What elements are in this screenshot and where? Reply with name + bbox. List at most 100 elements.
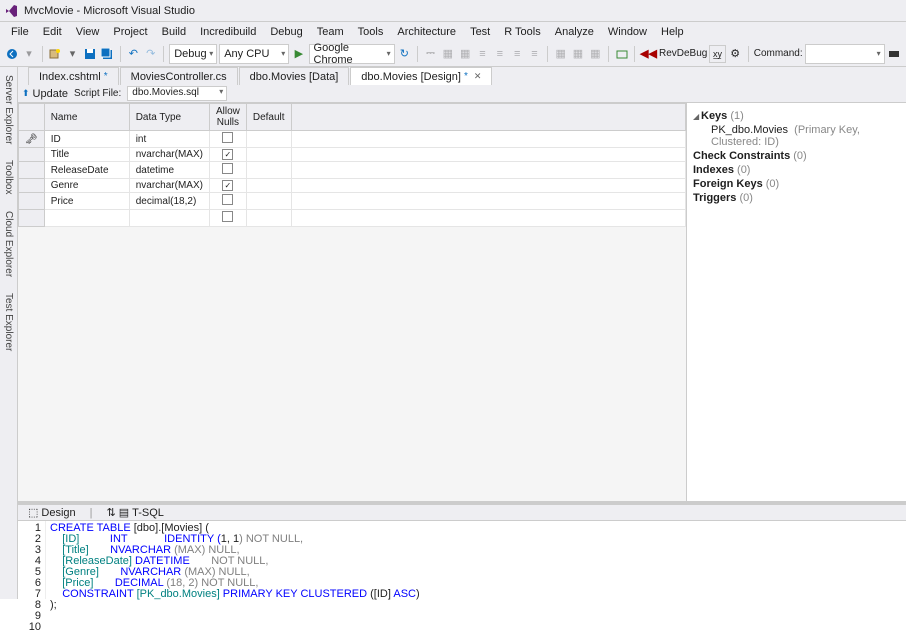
sidetab-test-explorer[interactable]: Test Explorer [3,289,14,355]
gear-icon[interactable]: ⚙ [728,45,743,63]
b8-icon[interactable]: ▦ [570,45,585,63]
triggers-header[interactable]: Triggers [693,192,736,204]
menu-rtools[interactable]: R Tools [497,26,547,38]
b1-icon[interactable]: ▦ [440,45,455,63]
menu-team[interactable]: Team [310,26,351,38]
cell-default[interactable] [246,148,291,162]
browser-select[interactable]: Google Chrome [309,44,395,64]
cmd-go-icon[interactable] [887,45,902,63]
save-all-icon[interactable] [100,45,115,63]
menu-test[interactable]: Test [463,26,497,38]
nav-fwd-icon[interactable]: ▾ [21,45,36,63]
checkbox[interactable] [222,132,233,143]
tab-tsql[interactable]: ⇅▤T-SQL [101,506,170,519]
menu-incredibuild[interactable]: Incredibuild [193,26,263,38]
revdebug-label[interactable]: RevDeBug [659,48,707,59]
b3-icon[interactable]: ≡ [475,45,490,63]
revdebug-rewind-icon[interactable]: ◀◀ [640,45,657,63]
menubar: File Edit View Project Build Incredibuil… [0,22,906,41]
scriptfile-select[interactable]: dbo.Movies.sql [127,86,227,101]
cell-default[interactable] [246,179,291,193]
config-select[interactable]: Debug [169,44,217,64]
b9-icon[interactable]: ▦ [588,45,603,63]
cell-name[interactable]: Price [44,193,129,210]
nav-back-icon[interactable] [4,45,19,63]
cell-type[interactable]: int [129,131,209,148]
menu-analyze[interactable]: Analyze [548,26,601,38]
sql-code[interactable]: CREATE TABLE [dbo].[Movies] ( [ID] INT I… [46,521,906,599]
cell-default[interactable] [246,131,291,148]
menu-help[interactable]: Help [654,26,691,38]
cell-type[interactable]: nvarchar(MAX) [129,179,209,193]
menu-tools[interactable]: Tools [351,26,391,38]
keys-header[interactable]: Keys [701,110,727,122]
b4-icon[interactable]: ≡ [492,45,507,63]
tab-moviescontroller[interactable]: MoviesController.cs [120,67,238,85]
menu-window[interactable]: Window [601,26,654,38]
open-icon[interactable]: ▾ [65,45,80,63]
cell-name[interactable]: ReleaseDate [44,162,129,179]
check-constraints-header[interactable]: Check Constraints [693,150,790,162]
b2-icon[interactable]: ▦ [458,45,473,63]
table-row: ReleaseDate datetime [19,162,686,179]
menu-view[interactable]: View [69,26,107,38]
menu-edit[interactable]: Edit [36,26,69,38]
menu-build[interactable]: Build [155,26,193,38]
sql-editor[interactable]: 12345678910 CREATE TABLE [dbo].[Movies] … [18,521,906,599]
platform-select[interactable]: Any CPU [219,44,289,64]
script-bar: ⬆Update Script File: dbo.Movies.sql [18,85,906,103]
find-icon[interactable]: ⎓ [423,45,438,63]
menu-file[interactable]: File [4,26,36,38]
b5-icon[interactable]: ≡ [510,45,525,63]
cell-type[interactable]: datetime [129,162,209,179]
redo-icon[interactable]: ↷ [143,45,158,63]
collapse-icon[interactable]: ◢ [693,112,701,121]
col-name-header[interactable]: Name [44,104,129,131]
new-project-icon[interactable] [48,45,63,63]
cell-type[interactable]: nvarchar(MAX) [129,148,209,162]
design-icon: ⬚ [28,506,38,519]
cell-name[interactable]: Title [44,148,129,162]
update-button[interactable]: ⬆Update [22,88,68,100]
menu-debug[interactable]: Debug [263,26,309,38]
command-select[interactable] [805,44,885,64]
refresh-icon[interactable]: ↻ [397,45,412,63]
vs-logo-icon [4,4,18,18]
col-default-header[interactable]: Default [246,104,291,131]
columns-grid[interactable]: Name Data Type Allow Nulls Default 🗝 ID … [18,103,686,501]
checkbox[interactable] [222,194,233,205]
sidetab-cloud-explorer[interactable]: Cloud Explorer [3,207,14,281]
col-nulls-header[interactable]: Allow Nulls [209,104,246,131]
ext-icon[interactable] [614,45,629,63]
indexes-header[interactable]: Indexes [693,164,734,176]
b6-icon[interactable]: ≡ [527,45,542,63]
checkbox[interactable]: ✓ [222,149,233,160]
checkbox[interactable]: ✓ [222,180,233,191]
tab-movies-data[interactable]: dbo.Movies [Data] [239,67,350,85]
b7-icon[interactable]: ▦ [553,45,568,63]
cell-default[interactable] [246,193,291,210]
sidetab-server-explorer[interactable]: Server Explorer [3,71,14,148]
xy-icon[interactable]: x͟y [709,45,725,63]
close-icon[interactable]: ✕ [474,71,482,82]
save-icon[interactable] [82,45,97,63]
pk-item[interactable]: PK_dbo.Movies [711,124,788,136]
tab-movies-design[interactable]: dbo.Movies [Design]*✕ [350,67,492,85]
menu-project[interactable]: Project [106,26,154,38]
checkbox[interactable] [222,163,233,174]
cell-name[interactable]: Genre [44,179,129,193]
start-button[interactable]: ▶ [291,45,306,63]
cell-type[interactable]: decimal(18,2) [129,193,209,210]
cell-name[interactable]: ID [44,131,129,148]
document-tabs: Index.cshtml* MoviesController.cs dbo.Mo… [18,67,906,85]
col-type-header[interactable]: Data Type [129,104,209,131]
cell-default[interactable] [246,162,291,179]
sidetab-toolbox[interactable]: Toolbox [3,156,14,198]
undo-icon[interactable]: ↶ [126,45,141,63]
checkbox[interactable] [222,211,233,222]
menu-architecture[interactable]: Architecture [390,26,463,38]
pk-icon[interactable]: 🗝 [19,131,45,148]
tab-index-cshtml[interactable]: Index.cshtml* [28,67,119,85]
tab-design[interactable]: ⬚Design [22,506,82,519]
foreign-keys-header[interactable]: Foreign Keys [693,178,763,190]
